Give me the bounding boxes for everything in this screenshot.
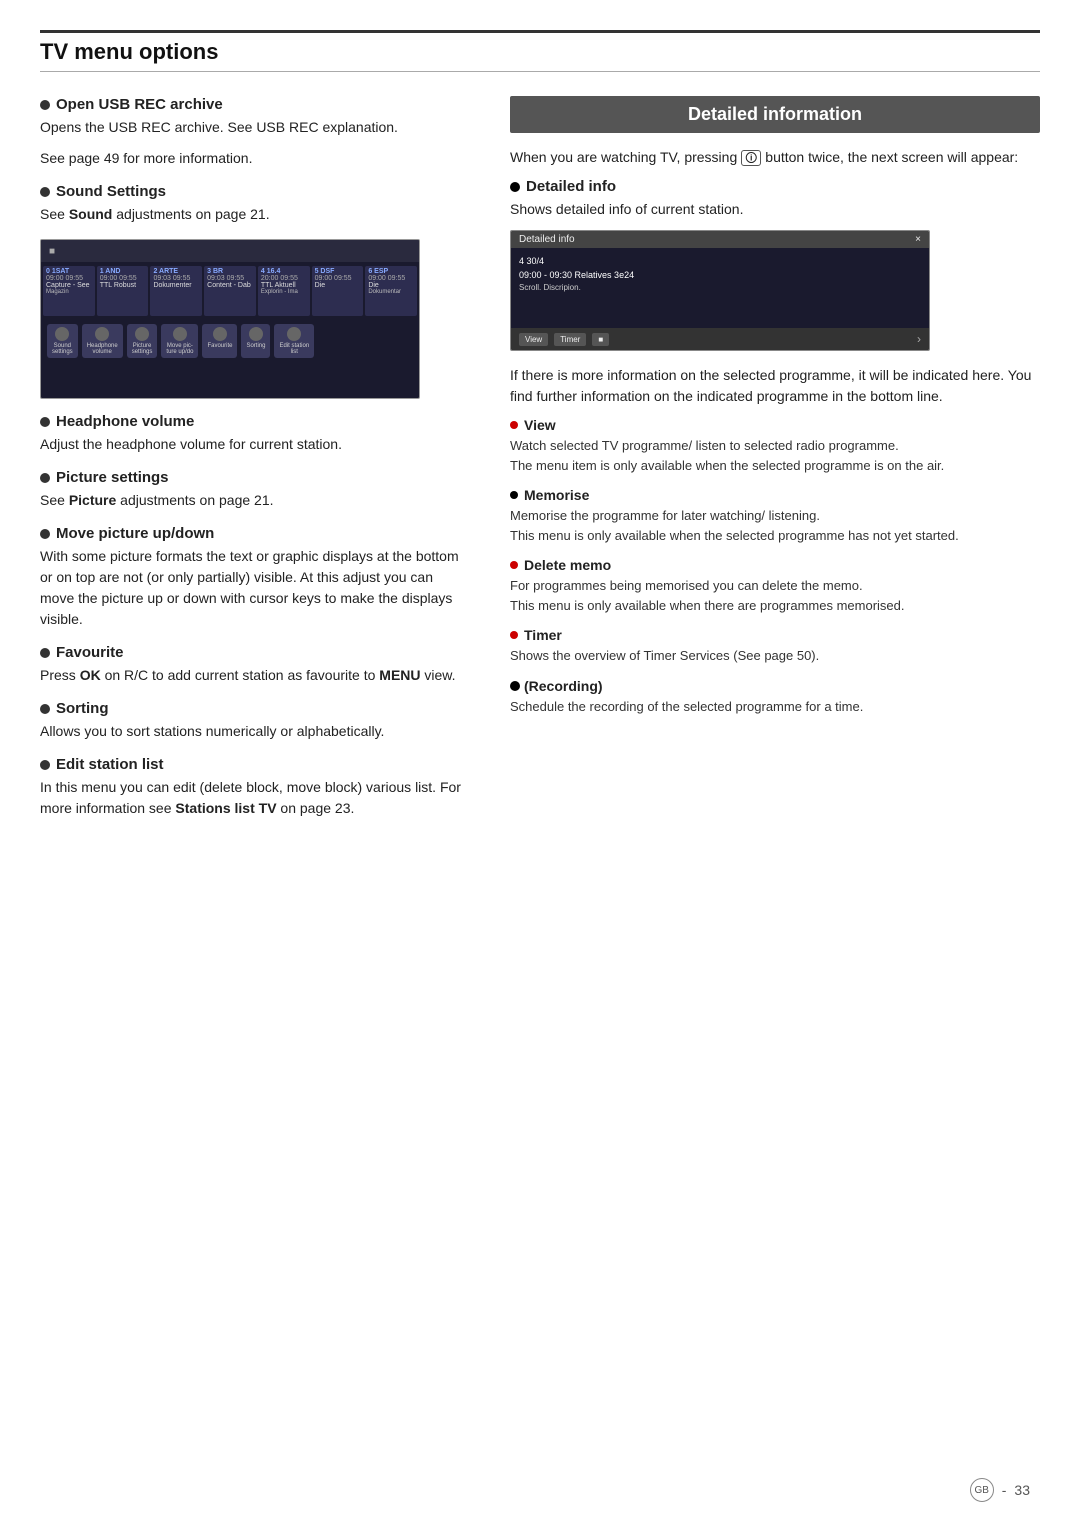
- sound-settings-section: Sound Settings See Sound adjustments on …: [40, 183, 470, 225]
- tv-channel-5: 4 16.4 20:00 09:55 TTL Aktuell Explorin …: [258, 266, 310, 316]
- icon-edit: Edit stationlist: [274, 324, 314, 358]
- sorting-text: Allows you to sort stations numerically …: [40, 721, 470, 742]
- timer-section: Timer Shows the overview of Timer Servic…: [510, 627, 1040, 666]
- dis-arrow-icon: ›: [917, 332, 921, 346]
- tv-channel-2: 1 AND 09:00 09:55 TTL Robust: [97, 266, 149, 316]
- tv-bottom-icons: Soundsettings Headphonevolume Pictureset…: [41, 320, 419, 362]
- timer-text: Shows the overview of Timer Services (Se…: [510, 646, 1040, 666]
- edit-station-text: In this menu you can edit (delete block,…: [40, 777, 470, 819]
- timer-title: Timer: [510, 627, 1040, 643]
- edit-station-section: Edit station list In this menu you can e…: [40, 756, 470, 819]
- page-title: TV menu options: [40, 39, 1040, 65]
- tv-channel-7: 6 ESP 09:00 09:55 Die Dokumentar: [365, 266, 417, 316]
- dis-icon-btn[interactable]: ■: [592, 333, 609, 346]
- open-usb-section: Open USB REC archive Opens the USB REC a…: [40, 96, 470, 169]
- delete-memo-section: Delete memo For programmes being memoris…: [510, 557, 1040, 615]
- tv-channel-6: 5 DSF 09:00 09:55 Die: [312, 266, 364, 316]
- icon-favourite: Favourite: [202, 324, 237, 358]
- page-number-area: GB - 33: [970, 1478, 1030, 1502]
- view-text2: The menu item is only available when the…: [510, 456, 1040, 476]
- delete-memo-text1: For programmes being memorised you can d…: [510, 576, 1040, 596]
- right-column: Detailed information When you are watchi…: [510, 96, 1040, 833]
- recording-text: Schedule the recording of the selected p…: [510, 697, 1040, 717]
- dis-time-info: 09:00 - 09:30 Relatives 3e24: [519, 268, 921, 282]
- move-picture-title: Move picture up/down: [40, 525, 470, 542]
- dis-close-icon: ×: [915, 234, 921, 245]
- dis-titlebar: Detailed info ×: [511, 231, 929, 248]
- favourite-section: Favourite Press OK on R/C to add current…: [40, 644, 470, 686]
- tv-channel-3: 2 ARTE 09:03 09:55 Dokumenter: [150, 266, 202, 316]
- tv-menu-screenshot: ■ 0 1SAT 09:00 09:55 Capture - See Magaz…: [40, 239, 420, 399]
- view-text1: Watch selected TV programme/ listen to s…: [510, 436, 1040, 456]
- memorise-section: Memorise Memorise the programme for late…: [510, 487, 1040, 545]
- main-content: Open USB REC archive Opens the USB REC a…: [40, 96, 1040, 833]
- more-info-text: If there is more information on the sele…: [510, 365, 1040, 407]
- page-title-bar: TV menu options: [40, 30, 1040, 72]
- favourite-title: Favourite: [40, 644, 470, 661]
- dis-title-label: Detailed info: [519, 234, 575, 245]
- dis-timer-btn[interactable]: Timer: [554, 333, 586, 346]
- sorting-section: Sorting Allows you to sort stations nume…: [40, 700, 470, 742]
- icon-picture: Picturesettings: [127, 324, 158, 358]
- memorise-text2: This menu is only available when the sel…: [510, 526, 1040, 546]
- delete-memo-text2: This menu is only available when there a…: [510, 596, 1040, 616]
- headphone-section: Headphone volume Adjust the headphone vo…: [40, 413, 470, 455]
- sorting-title: Sorting: [40, 700, 470, 717]
- dis-view-btn[interactable]: View: [519, 333, 548, 346]
- dis-description: Scroll. Discripion.: [519, 283, 921, 292]
- detailed-info-screen: Detailed info × 4 30/4 09:00 - 09:30 Rel…: [510, 230, 930, 351]
- delete-memo-title: Delete memo: [510, 557, 1040, 573]
- memorise-title: Memorise: [510, 487, 1040, 503]
- page-number: 33: [1014, 1482, 1030, 1498]
- sound-settings-title: Sound Settings: [40, 183, 470, 200]
- icon-headphone: Headphonevolume: [82, 324, 123, 358]
- memorise-text1: Memorise the programme for later watchin…: [510, 506, 1040, 526]
- view-title: View: [510, 417, 1040, 433]
- dis-content: 4 30/4 09:00 - 09:30 Relatives 3e24 Scro…: [511, 248, 929, 328]
- icon-sorting: Sorting: [241, 324, 270, 358]
- recording-section: (Recording) Schedule the recording of th…: [510, 678, 1040, 717]
- tv-menu-topbar: ■: [41, 240, 419, 262]
- gb-badge: GB: [970, 1478, 994, 1502]
- tv-channel-1: 0 1SAT 09:00 09:55 Capture - See Magazin: [43, 266, 95, 316]
- detailed-info-section: Detailed info Shows detailed info of cur…: [510, 178, 1040, 351]
- detailed-information-header: Detailed information: [510, 96, 1040, 133]
- open-usb-title: Open USB REC archive: [40, 96, 470, 113]
- tv-channel-4: 3 BR 09:03 09:55 Content - Dab: [204, 266, 256, 316]
- picture-settings-text: See Picture adjustments on page 21.: [40, 490, 470, 511]
- icon-sound: Soundsettings: [47, 324, 78, 358]
- icon-move: Move pic-ture up/do: [161, 324, 198, 358]
- headphone-title: Headphone volume: [40, 413, 470, 430]
- detailed-info-text: Shows detailed info of current station.: [510, 199, 1040, 220]
- picture-settings-section: Picture settings See Picture adjustments…: [40, 469, 470, 511]
- move-picture-section: Move picture up/down With some picture f…: [40, 525, 470, 630]
- picture-settings-title: Picture settings: [40, 469, 470, 486]
- page-number-dash: -: [1002, 1482, 1007, 1498]
- sound-settings-text: See Sound adjustments on page 21.: [40, 204, 470, 225]
- open-usb-text1: Opens the USB REC archive. See USB REC e…: [40, 117, 470, 138]
- left-column: Open USB REC archive Opens the USB REC a…: [40, 96, 470, 833]
- right-intro-text: When you are watching TV, pressing 🛈 but…: [510, 147, 1040, 168]
- recording-title: (Recording): [510, 678, 1040, 694]
- tv-channel-grid: 0 1SAT 09:00 09:55 Capture - See Magazin…: [41, 262, 419, 320]
- open-usb-text2: See page 49 for more information.: [40, 148, 470, 169]
- favourite-text: Press OK on R/C to add current station a…: [40, 665, 470, 686]
- view-section: View Watch selected TV programme/ listen…: [510, 417, 1040, 475]
- edit-station-title: Edit station list: [40, 756, 470, 773]
- move-picture-text: With some picture formats the text or gr…: [40, 546, 470, 630]
- dis-channel-number: 4 30/4: [519, 254, 921, 268]
- headphone-text: Adjust the headphone volume for current …: [40, 434, 470, 455]
- detailed-info-title: Detailed info: [510, 178, 1040, 195]
- dis-bottom-bar: View Timer ■ ›: [511, 328, 929, 350]
